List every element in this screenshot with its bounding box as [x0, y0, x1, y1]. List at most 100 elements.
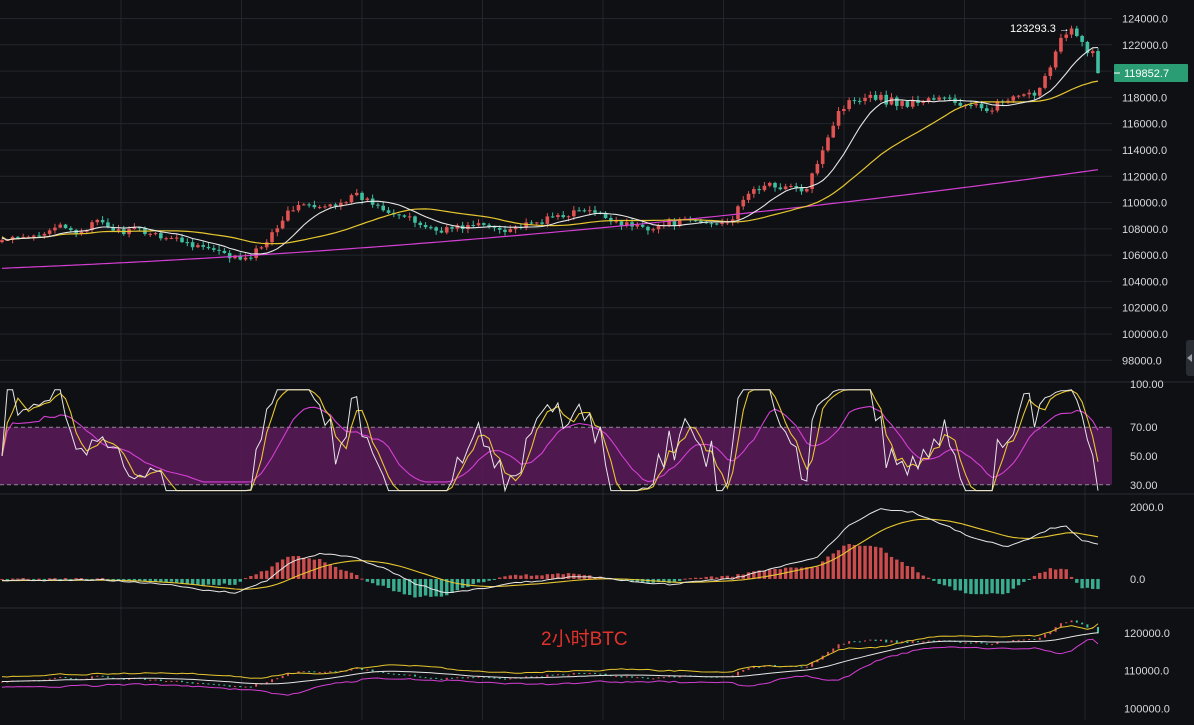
macd-histogram-bar	[1011, 578, 1015, 589]
macd-histogram-bar	[392, 578, 396, 592]
macd-histogram-bar	[768, 569, 772, 579]
overview-candle	[181, 680, 184, 683]
overview-candle	[636, 677, 639, 679]
price-tick-label: 106000.0	[1122, 250, 1168, 262]
overview-candle	[64, 677, 67, 679]
candle-body	[767, 182, 772, 186]
candle-body	[1075, 28, 1079, 36]
macd-histogram-bar	[249, 575, 253, 579]
macd-histogram-bar	[1075, 578, 1079, 583]
macd-histogram-bar	[545, 574, 550, 579]
overview-candle	[429, 677, 432, 679]
candle-body	[1043, 75, 1047, 88]
candle-body	[450, 227, 454, 229]
candle-body	[974, 103, 979, 106]
overview-candle	[366, 669, 369, 671]
overview-candle	[170, 680, 173, 682]
overview-candle	[874, 639, 877, 642]
macd-histogram-bar	[196, 578, 200, 586]
overview-candle	[842, 643, 845, 645]
candle-body	[820, 150, 825, 164]
overview-candle	[461, 677, 464, 679]
overview-candle	[911, 641, 914, 644]
rsi-tick-label: 100.00	[1130, 379, 1164, 391]
overview-candle	[1022, 639, 1025, 641]
candle-body	[169, 238, 174, 240]
price-tick-label: 116000.0	[1122, 119, 1167, 131]
overview-candle	[1044, 634, 1047, 638]
btc-2h-chart[interactable]: 123293.3 → 124000.0 122000.0 120000.0 11800…	[0, 0, 1194, 720]
overview-candle	[165, 680, 168, 682]
candle-body	[317, 207, 322, 209]
overview-candle	[403, 674, 406, 676]
macd-histogram-bar	[328, 564, 332, 579]
candle-body	[397, 214, 401, 216]
macd-histogram-bar	[905, 565, 910, 579]
chart-canvas[interactable]: 123293.3 → 124000.0 122000.0 120000.0 11800…	[0, 0, 1194, 720]
overview-candle	[435, 677, 438, 679]
candle-body	[826, 137, 830, 151]
macd-histogram-bar	[32, 578, 36, 580]
overview-candle	[1086, 624, 1089, 628]
macd-histogram-bar	[21, 577, 25, 579]
overview-candle	[392, 673, 395, 675]
macd-histogram-bar	[1053, 569, 1058, 579]
macd-histogram-bar	[355, 574, 359, 579]
overview-candle	[249, 686, 252, 688]
macd-histogram-bar	[990, 578, 994, 594]
candle-body	[895, 97, 899, 106]
candle-body	[905, 101, 910, 107]
price-tick-label: 108000.0	[1122, 224, 1168, 236]
candle-body	[1037, 87, 1042, 96]
candle-body	[291, 210, 296, 212]
macd-histogram-bar	[349, 572, 354, 579]
candle-body	[762, 185, 767, 191]
candle-body	[709, 223, 714, 225]
candle-body	[995, 101, 1000, 111]
macd-histogram-bar	[926, 577, 931, 579]
macd-histogram-bar	[889, 556, 894, 579]
overview-candle	[59, 677, 62, 679]
macd-histogram-bar	[842, 545, 846, 579]
overview-candle	[159, 679, 162, 682]
overview-candle	[503, 678, 506, 680]
macd-histogram-bar	[879, 547, 883, 579]
candle-body	[349, 195, 354, 203]
overview-candle	[1059, 623, 1062, 628]
overview-candle	[451, 677, 454, 679]
overview-candle	[445, 677, 448, 680]
price-tick-label: 118000.0	[1122, 92, 1167, 104]
macd-histogram-bar	[852, 545, 857, 579]
overview-candle	[985, 643, 988, 645]
overview-candle	[255, 683, 258, 687]
overview-candle	[313, 671, 316, 673]
macd-histogram-bar	[418, 578, 422, 597]
candle-body	[529, 222, 534, 224]
macd-histogram-bar	[164, 578, 168, 582]
macd-histogram-bar	[317, 559, 322, 579]
candle-body	[714, 223, 719, 225]
macd-histogram-bar	[1064, 569, 1068, 579]
candle-body	[333, 204, 338, 206]
macd-tick-label: 0.0	[1130, 574, 1145, 586]
candle-body	[482, 223, 486, 225]
candle-body	[741, 199, 746, 207]
overview-candle	[207, 683, 210, 685]
candle-body	[550, 216, 555, 218]
overview-candle	[329, 671, 332, 673]
overview-candle	[96, 675, 99, 677]
macd-histogram-bar	[238, 578, 242, 582]
overview-candle	[318, 672, 321, 674]
overview-candle	[927, 640, 930, 642]
macd-histogram-bar	[985, 578, 989, 595]
collapse-panel-handle[interactable]	[1186, 340, 1194, 376]
candle-body	[1069, 28, 1074, 35]
overview-candle	[212, 683, 215, 685]
overview-candle	[620, 676, 623, 678]
macd-histogram-bar	[1038, 572, 1042, 579]
overview-candle	[218, 684, 221, 686]
candle-body	[1032, 92, 1037, 96]
candle-body	[1059, 37, 1063, 52]
macd-histogram-bar	[667, 578, 671, 584]
macd-histogram-bar	[910, 566, 915, 579]
